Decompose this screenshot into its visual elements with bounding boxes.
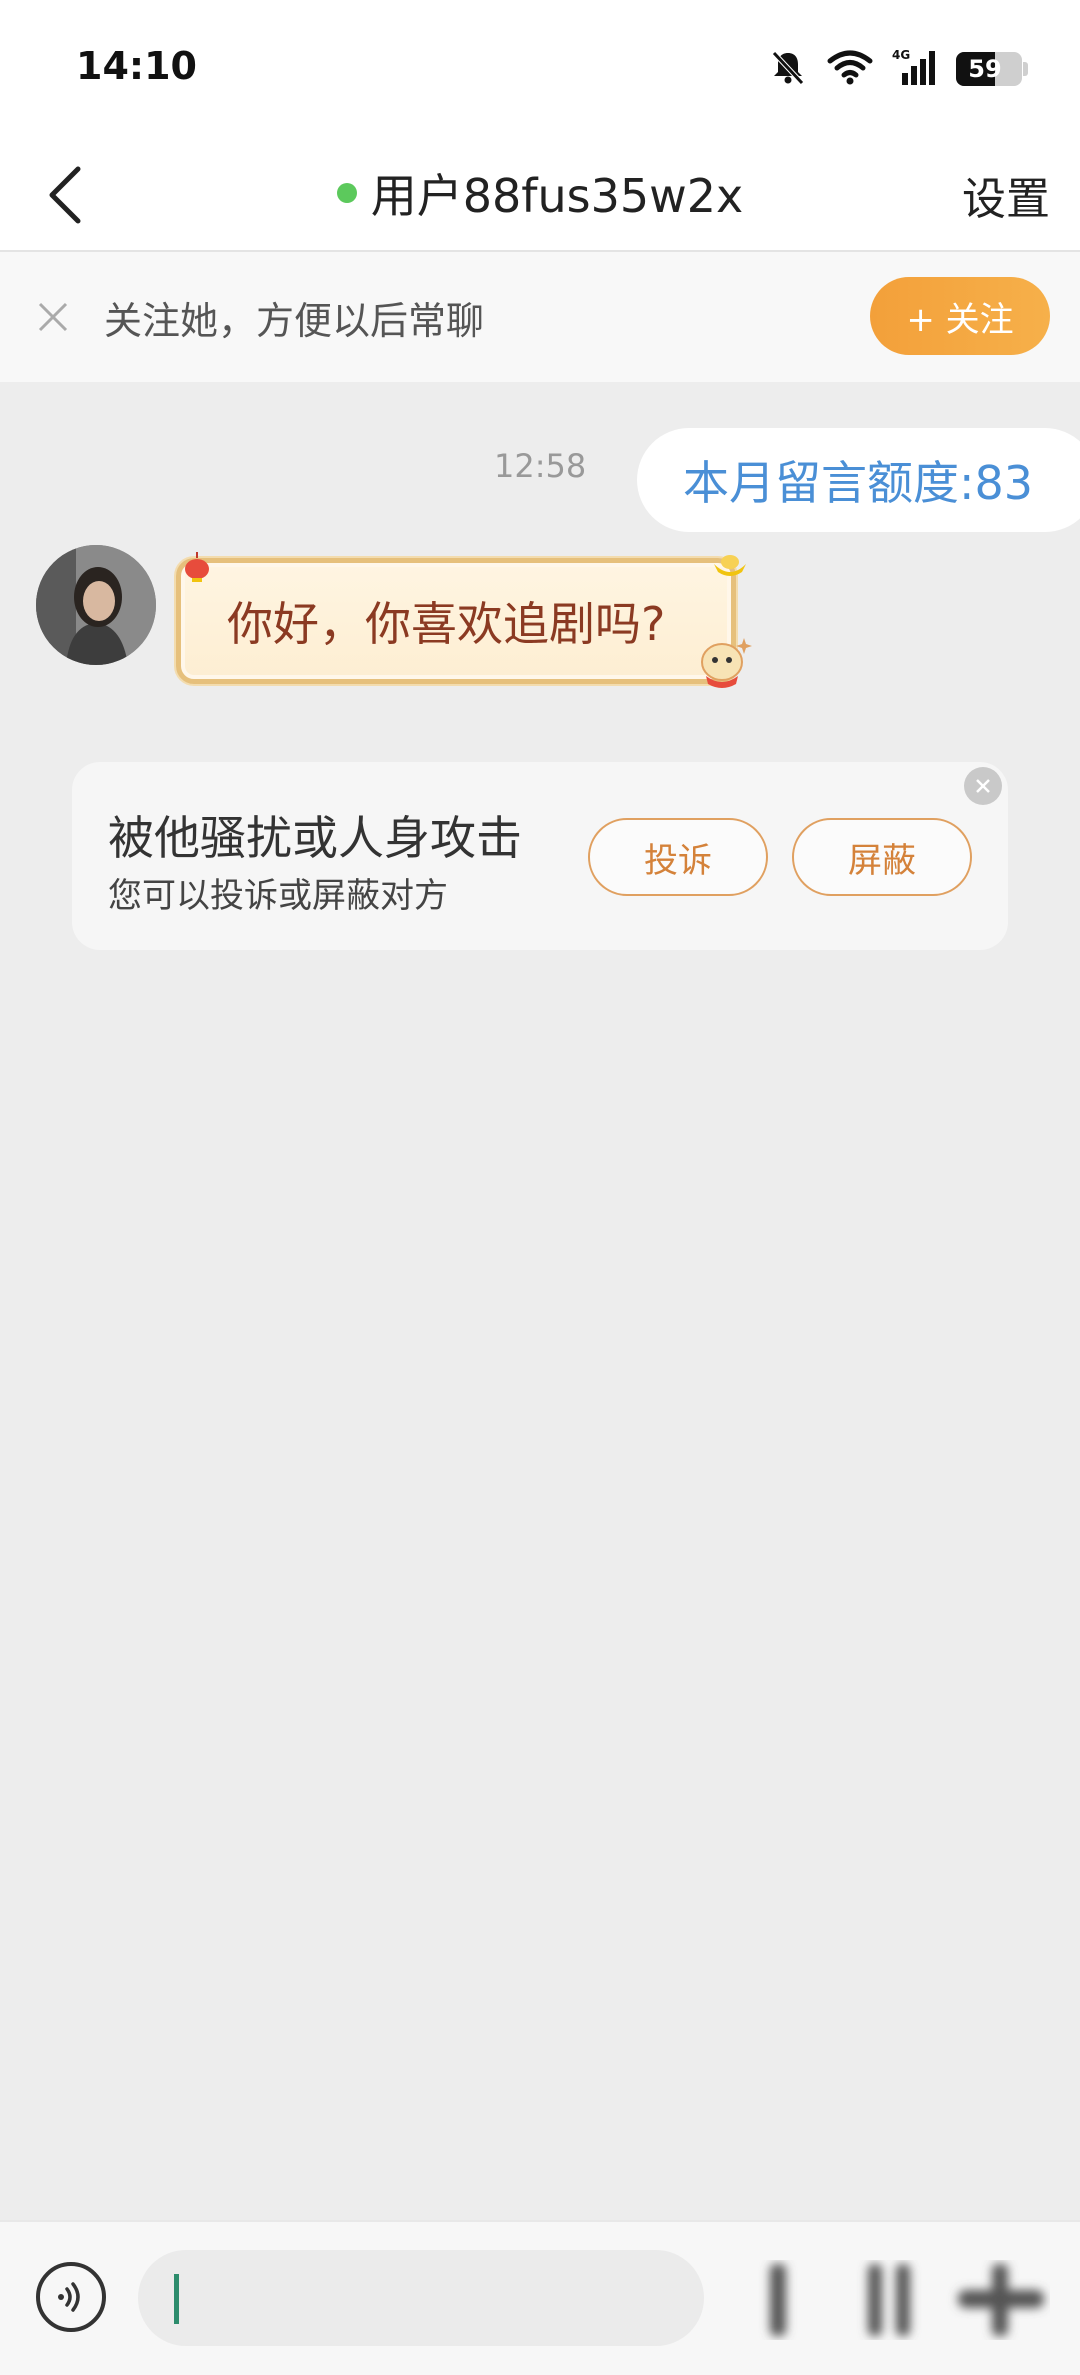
message-input-bar [0, 2220, 1080, 2375]
mute-bell-icon [768, 47, 808, 91]
cartoon-snake-icon [696, 632, 752, 698]
online-status-dot [336, 183, 357, 203]
follow-button[interactable]: + 关注 [870, 277, 1050, 355]
outgoing-message-text: 本月留言额度:83 [683, 456, 1034, 510]
status-bar: 14:10 4G 59 [0, 0, 1080, 140]
follow-prompt-text: 关注她，方便以后常聊 [104, 299, 485, 343]
gold-ingot-icon [712, 552, 748, 582]
follow-suggestion-bar: 关注她，方便以后常聊 + 关注 [0, 252, 1080, 382]
chat-title: 用户88fus35w2x [0, 158, 1080, 228]
settings-button[interactable]: 设置 [962, 162, 1050, 228]
outgoing-message-bubble[interactable]: 本月留言额度:83 [637, 428, 1080, 532]
incoming-greeting-bubble[interactable]: 你好，你喜欢追剧吗? [176, 552, 752, 690]
harassment-card-title: 被他骚扰或人身攻击 [108, 811, 522, 865]
status-icons: 4G 59 [768, 44, 1028, 94]
battery-level: 59 [968, 55, 1002, 83]
message-text-input[interactable] [138, 2250, 704, 2346]
chat-header: 用户88fus35w2x 设置 [0, 140, 1080, 252]
greeting-card-frame: 你好，你喜欢追剧吗? [176, 558, 736, 684]
wifi-icon [826, 47, 874, 91]
voice-wave-icon [58, 2282, 80, 2312]
lantern-icon [180, 552, 214, 590]
status-time: 14:10 [76, 44, 197, 88]
text-caret [174, 2274, 179, 2324]
voice-input-button[interactable] [36, 2262, 106, 2332]
close-icon [976, 779, 990, 793]
harassment-card-close-button[interactable] [964, 767, 1002, 805]
close-icon [38, 302, 68, 332]
message-timestamp: 12:58 [494, 447, 587, 485]
harassment-report-card: 被他骚扰或人身攻击 您可以投诉或屏蔽对方 投诉 屏蔽 [72, 762, 1008, 950]
block-button[interactable]: 屏蔽 [792, 818, 972, 896]
battery-indicator: 59 [956, 52, 1028, 86]
svg-text:4G: 4G [892, 48, 910, 62]
report-button[interactable]: 投诉 [588, 818, 768, 896]
battery-tip [1023, 62, 1028, 76]
follow-bar-close-button[interactable] [28, 292, 78, 342]
blurred-action-buttons[interactable] [730, 2260, 1050, 2340]
avatar[interactable] [36, 545, 156, 665]
chat-partner-name: 用户88fus35w2x [370, 169, 744, 223]
cellular-4g-icon: 4G [892, 47, 938, 91]
incoming-message-text: 你好，你喜欢追剧吗? [227, 597, 666, 651]
harassment-card-subtitle: 您可以投诉或屏蔽对方 [108, 876, 448, 916]
